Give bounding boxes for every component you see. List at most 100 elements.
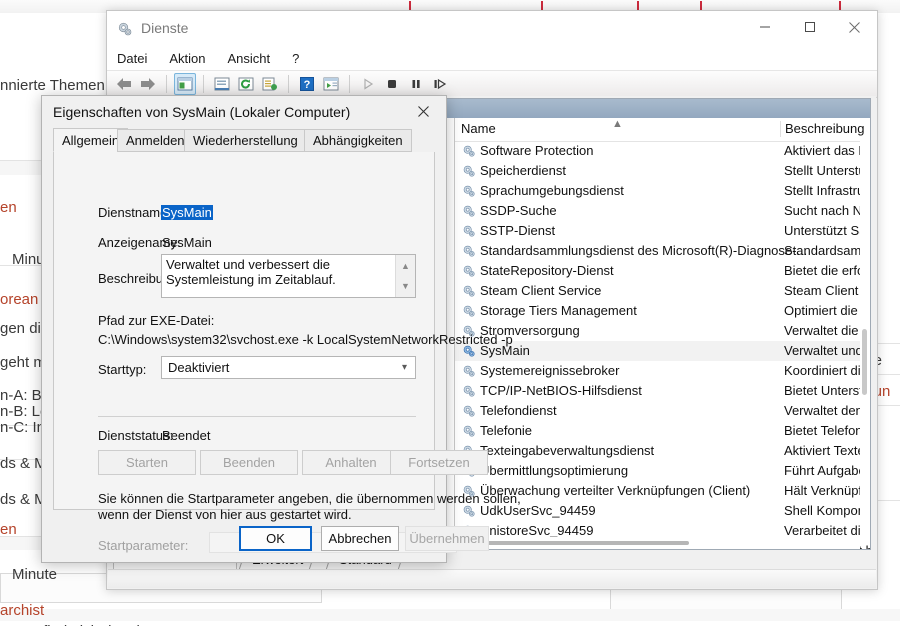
service-name-value[interactable]: SysMain bbox=[161, 205, 213, 220]
table-row[interactable]: Software Protection Aktiviert das Her bbox=[455, 141, 870, 161]
minimize-icon[interactable] bbox=[742, 11, 787, 43]
table-row[interactable]: StromversorgungVerwaltet die Ene bbox=[455, 321, 870, 341]
scroll-up-icon[interactable]: ▲ bbox=[396, 257, 415, 275]
tab-wiederherstellung[interactable]: Wiederherstellung bbox=[184, 129, 307, 152]
service-gear-icon bbox=[462, 364, 476, 378]
start-params-hint-line1: Sie können die Startparameter angeben, d… bbox=[98, 491, 521, 506]
service-description-cell: Verwaltet den Tel bbox=[784, 403, 870, 418]
table-row[interactable]: SSDP-Suche Sucht nach Netz bbox=[455, 201, 870, 221]
startup-type-dropdown[interactable]: Deaktiviert ▾ bbox=[161, 356, 416, 379]
toolbar-separator bbox=[203, 75, 204, 93]
chevron-down-icon[interactable]: ▾ bbox=[402, 362, 407, 373]
tab-anmelden[interactable]: Anmelden bbox=[117, 129, 194, 152]
service-name-cell: Standardsammlungsdienst des Microsoft(R)… bbox=[480, 243, 808, 258]
table-row[interactable]: Telefondienst Verwaltet den Tel bbox=[455, 401, 870, 421]
table-row[interactable]: Standardsammlungsdienst des Microsoft(R)… bbox=[455, 241, 870, 261]
services-list-pane[interactable]: Name ▲ Beschreibung Software Protection A… bbox=[455, 118, 870, 549]
table-row[interactable]: Storage Tiers Management Optimiert die Ve… bbox=[455, 301, 870, 321]
close-icon[interactable] bbox=[832, 11, 877, 43]
toolbar-separator bbox=[349, 75, 350, 93]
service-gear-icon bbox=[462, 204, 476, 218]
list-column-header[interactable]: Name ▲ Beschreibung bbox=[455, 118, 870, 142]
services-rows-viewport[interactable]: Software Protection Aktiviert das Her Spei… bbox=[455, 141, 870, 549]
show-hide-tree-icon[interactable] bbox=[174, 73, 196, 95]
resume-service-button: Fortsetzen bbox=[390, 450, 488, 475]
table-row[interactable]: SysMainVerwaltet und ve bbox=[455, 341, 870, 361]
dialog-tab-row[interactable]: Allgemein Anmelden Wiederherstellung Abh… bbox=[53, 128, 435, 153]
back-arrow-icon[interactable] bbox=[113, 73, 135, 95]
services-title-bar[interactable]: Dienste bbox=[107, 11, 877, 47]
properties-icon[interactable] bbox=[211, 73, 233, 95]
tab-abhaengigkeiten[interactable]: Abhängigkeiten bbox=[304, 129, 412, 152]
scroll-down-icon[interactable]: ▼ bbox=[396, 277, 415, 295]
find-marker-tick bbox=[541, 1, 543, 10]
service-name-cell: Systemereignissebroker bbox=[480, 363, 620, 378]
description-scrollbar[interactable]: ▲ ▼ bbox=[395, 255, 415, 297]
table-row[interactable]: SSTP-Dienst Unterstützt SSTP bbox=[455, 221, 870, 241]
refresh-icon[interactable] bbox=[235, 73, 257, 95]
service-description-cell: Sucht nach Netz bbox=[784, 203, 870, 218]
display-name-value: SysMain bbox=[162, 235, 212, 250]
menu-item-aktion[interactable]: Aktion bbox=[169, 51, 205, 66]
dialog-title-bar[interactable]: Eigenschaften von SysMain (Lokaler Compu… bbox=[42, 96, 446, 129]
service-description-cell: Bietet die erforde bbox=[784, 263, 870, 278]
table-row[interactable]: Telefonie Bietet Telefonie-A bbox=[455, 421, 870, 441]
exe-path-value: C:\Windows\system32\svchost.exe -k Local… bbox=[98, 332, 513, 347]
table-row[interactable]: Sprachumgebungsdienst Stellt Infrastruktu bbox=[455, 181, 870, 201]
column-header-name[interactable]: Name bbox=[461, 121, 496, 136]
scrollbar-thumb[interactable] bbox=[862, 329, 867, 395]
service-gear-icon bbox=[462, 404, 476, 418]
column-header-description[interactable]: Beschreibung bbox=[785, 121, 865, 136]
show-action-pane-icon[interactable] bbox=[320, 73, 342, 95]
services-menu-bar[interactable]: Datei Aktion Ansicht ? bbox=[107, 47, 877, 70]
service-name-cell: Telefondienst bbox=[480, 403, 557, 418]
service-description-cell: Verarbeitet die Sp bbox=[784, 523, 870, 538]
service-gear-icon bbox=[462, 184, 476, 198]
service-name-cell: Telefonie bbox=[480, 423, 533, 438]
table-row[interactable]: Systemereignissebroker Koordiniert die A bbox=[455, 361, 870, 381]
services-window-title: Dienste bbox=[141, 20, 189, 36]
ok-button[interactable]: OK bbox=[239, 526, 312, 551]
service-description-cell: Optimiert die Ver bbox=[784, 303, 870, 318]
help-icon[interactable]: ? bbox=[296, 73, 318, 95]
export-list-icon[interactable] bbox=[259, 73, 281, 95]
find-marker-tick bbox=[839, 1, 841, 10]
service-name-cell: Sprachumgebungsdienst bbox=[480, 183, 624, 198]
list-horizontal-scrollbar[interactable] bbox=[455, 537, 860, 549]
table-row[interactable]: StateRepository-Dienst Bietet die erforde bbox=[455, 261, 870, 281]
menu-item-datei[interactable]: Datei bbox=[117, 51, 147, 66]
menu-item-help[interactable]: ? bbox=[292, 51, 299, 66]
service-name-cell: Speicherdienst bbox=[480, 163, 566, 178]
table-row[interactable]: Steam Client Service Steam Client Ser bbox=[455, 281, 870, 301]
window-controls[interactable] bbox=[742, 11, 877, 43]
scrollbar-thumb[interactable] bbox=[469, 541, 689, 545]
maximize-icon[interactable] bbox=[787, 11, 832, 43]
menu-item-ansicht[interactable]: Ansicht bbox=[228, 51, 271, 66]
background-text: archist bbox=[0, 602, 45, 619]
service-gear-icon bbox=[462, 504, 476, 518]
service-description-cell: Koordiniert die A bbox=[784, 363, 870, 378]
service-gear-icon bbox=[462, 264, 476, 278]
table-row[interactable]: Übermittlungsoptimierung Führt Aufgaben z bbox=[455, 461, 870, 481]
service-description-cell: Aktiviert das Her bbox=[784, 143, 870, 158]
service-name-cell: SSTP-Dienst bbox=[480, 223, 556, 238]
service-properties-dialog[interactable]: Eigenschaften von SysMain (Lokaler Compu… bbox=[41, 95, 521, 563]
description-textbox[interactable]: Verwaltet und verbessert die Systemleist… bbox=[161, 254, 416, 298]
forward-arrow-icon[interactable] bbox=[137, 73, 159, 95]
start-service-button: Starten bbox=[98, 450, 196, 475]
pause-service-button: Anhalten bbox=[302, 450, 400, 475]
table-row[interactable]: TCP/IP-NetBIOS-Hilfsdienst Bietet Unterst… bbox=[455, 381, 870, 401]
table-row[interactable]: Speicherdienst Stellt Unterstütz bbox=[455, 161, 870, 181]
close-icon[interactable] bbox=[401, 96, 446, 126]
services-toolbar[interactable]: ? bbox=[107, 70, 877, 98]
svg-text:?: ? bbox=[304, 79, 311, 91]
background-text: en bbox=[0, 521, 17, 538]
find-marker-tick bbox=[409, 1, 411, 10]
cancel-button[interactable]: Abbrechen bbox=[321, 526, 399, 551]
startup-type-label: Starttyp: bbox=[98, 362, 147, 377]
apply-button: Übernehmen bbox=[405, 526, 489, 551]
service-gear-icon bbox=[462, 164, 476, 178]
list-vertical-scrollbar[interactable] bbox=[860, 141, 870, 537]
service-description-cell: Unterstützt SSTP bbox=[784, 223, 870, 238]
table-row[interactable]: Texteingabeverwaltungsdienst Aktiviert Te… bbox=[455, 441, 870, 461]
